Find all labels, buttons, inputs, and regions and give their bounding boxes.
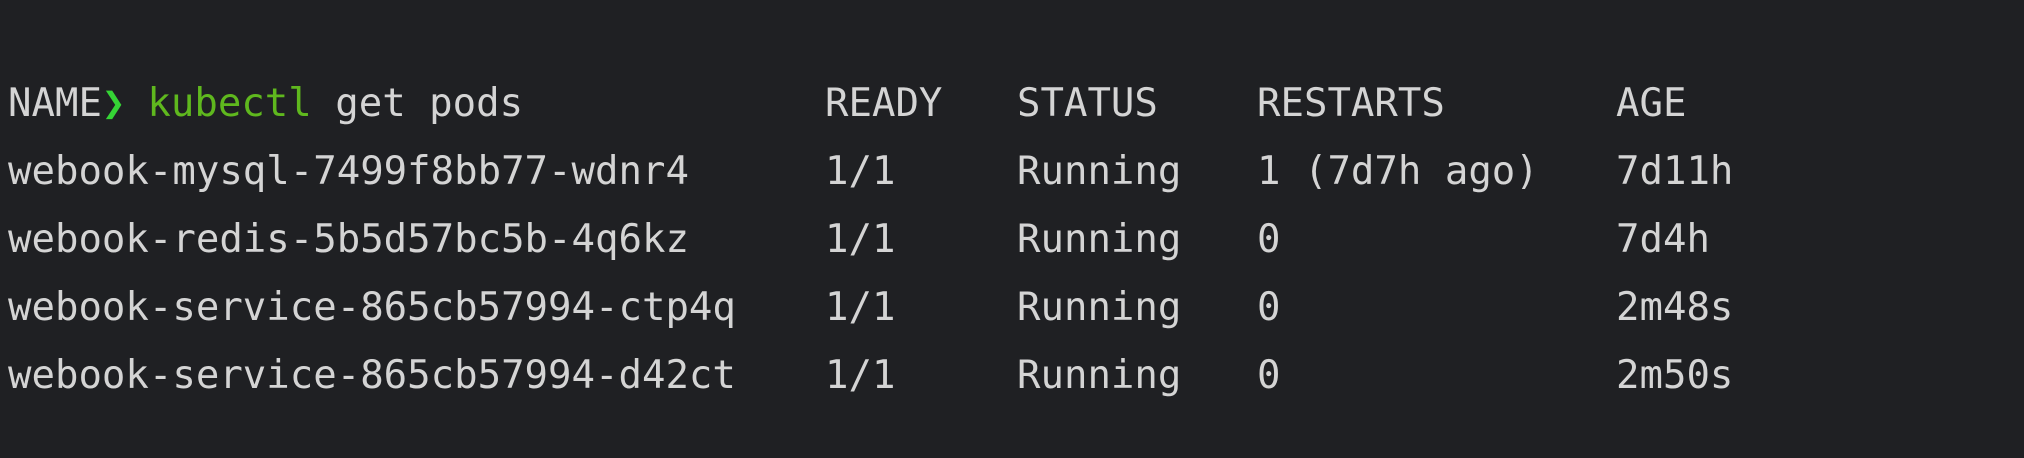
terminal-window[interactable]: ❯ kubectl get pods NAME READY STATUS REST… <box>0 0 2024 458</box>
pod-age: 7d4h <box>1616 217 1710 262</box>
table-row: webook-redis-5b5d57bc5b-4q6kz 1/1 Runnin… <box>0 206 2024 274</box>
column-header-status: STATUS <box>1017 81 1158 126</box>
pod-name: webook-redis-5b5d57bc5b-4q6kz <box>8 217 689 262</box>
command-prompt-line: ❯ kubectl get pods <box>8 2 523 126</box>
pod-name: webook-service-865cb57994-d42ct <box>8 353 736 398</box>
table-row: webook-service-865cb57994-d42ct 1/1 Runn… <box>0 342 2024 410</box>
pod-restarts: 0 <box>1257 217 1281 262</box>
pod-restarts: 0 <box>1257 285 1281 330</box>
table-header-row: NAME READY STATUS RESTARTS AGE <box>0 70 2024 138</box>
pod-ready: 1/1 <box>825 353 896 398</box>
pod-status: Running <box>1017 149 1182 194</box>
pod-age: 2m50s <box>1616 353 1734 398</box>
pod-ready: 1/1 <box>825 149 896 194</box>
column-header-ready: READY <box>825 81 943 126</box>
pod-name: webook-service-865cb57994-ctp4q <box>8 285 736 330</box>
pod-restarts: 1 (7d7h ago) <box>1257 149 1539 194</box>
column-header-name: NAME <box>8 81 102 126</box>
pod-ready: 1/1 <box>825 285 896 330</box>
pod-status: Running <box>1017 217 1182 262</box>
pod-status: Running <box>1017 285 1182 330</box>
pod-ready: 1/1 <box>825 217 896 262</box>
table-row: webook-mysql-7499f8bb77-wdnr4 1/1 Runnin… <box>0 138 2024 206</box>
pod-name: webook-mysql-7499f8bb77-wdnr4 <box>8 149 689 194</box>
pod-restarts: 0 <box>1257 353 1281 398</box>
pod-status: Running <box>1017 353 1182 398</box>
column-header-restarts: RESTARTS <box>1257 81 1445 126</box>
pod-age: 2m48s <box>1616 285 1734 330</box>
column-header-age: AGE <box>1616 81 1687 126</box>
table-row: webook-service-865cb57994-ctp4q 1/1 Runn… <box>0 274 2024 342</box>
pod-age: 7d11h <box>1616 149 1734 194</box>
